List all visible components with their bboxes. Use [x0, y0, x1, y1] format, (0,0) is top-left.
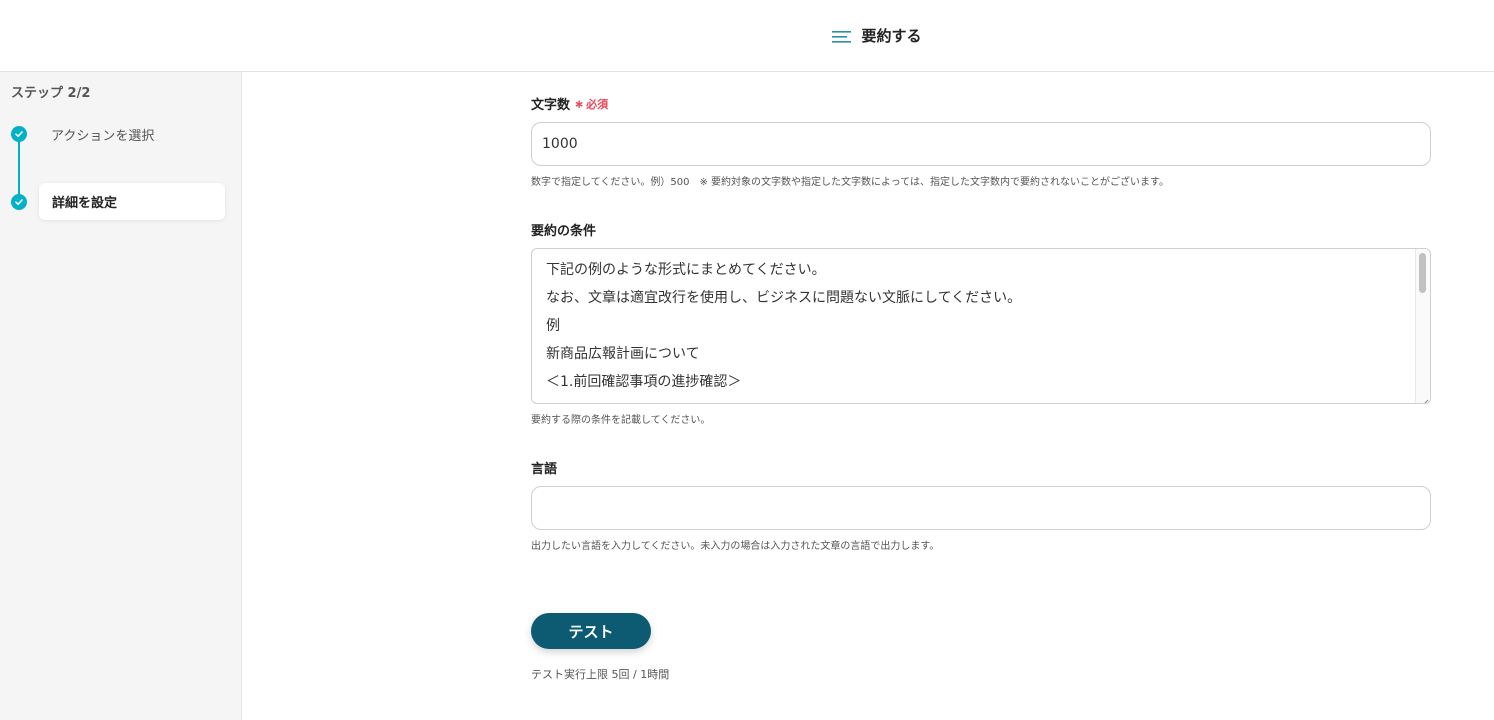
step-sidebar: ステップ 2/2 アクションを選択 詳細を設定: [0, 72, 242, 720]
conditions-help: 要約する際の条件を記載してください。: [531, 415, 711, 426]
char-count-value: 1000: [542, 136, 578, 152]
conditions-textarea[interactable]: 下記の例のような形式にまとめてください。 なお、文章は適宜改行を使用し、ビジネス…: [531, 248, 1431, 404]
step-connector-line: [18, 134, 20, 202]
textarea-line: なお、文章は適宜改行を使用し、ビジネスに問題ない文脈にしてください。: [546, 290, 1022, 306]
scrollbar-thumb[interactable]: [1419, 253, 1426, 293]
char-count-label: 文字数: [531, 98, 571, 113]
resize-grip-icon[interactable]: [1419, 392, 1429, 403]
textarea-content: 下記の例のような形式にまとめてください。 なお、文章は適宜改行を使用し、ビジネス…: [546, 256, 1021, 396]
page-title: 要約する: [861, 27, 922, 45]
char-count-help: 数字で指定してください。例）500 ※ 要約対象の文字数や指定した文字数によって…: [531, 177, 1170, 188]
test-button[interactable]: テスト: [531, 613, 651, 649]
test-limit-text: テスト実行上限 5回 / 1時間: [531, 668, 670, 681]
textarea-line: 新商品広報計画について: [546, 346, 700, 362]
conditions-label: 要約の条件: [531, 224, 597, 239]
field-label: 文字数 ∗ 必須: [531, 94, 1431, 114]
required-text: 必須: [586, 97, 609, 111]
textarea-line: 例: [546, 318, 560, 334]
menu-lines-icon: [832, 29, 852, 43]
textarea-scrollbar[interactable]: [1415, 249, 1430, 403]
conditions-field: 要約の条件 下記の例のような形式にまとめてください。 なお、文章は適宜改行を使用…: [531, 220, 1431, 426]
asterisk-icon: ∗: [574, 96, 585, 111]
step-heading: ステップ 2/2: [11, 86, 91, 101]
textarea-line: 下記の例のような形式にまとめてください。: [546, 262, 826, 278]
check-circle-icon: [11, 126, 27, 142]
step-item-label: 詳細を設定: [52, 196, 118, 211]
check-circle-icon: [11, 194, 27, 210]
step-item-configure-details[interactable]: 詳細を設定: [39, 183, 225, 220]
required-badge: ∗ 必須: [574, 96, 608, 112]
language-input[interactable]: [531, 486, 1431, 530]
language-label: 言語: [531, 462, 558, 477]
char-count-field: 文字数 ∗ 必須 1000 数字で指定してください。例）500 ※ 要約対象の文…: [531, 94, 1431, 188]
char-count-input[interactable]: 1000: [531, 122, 1431, 166]
step-item-select-action[interactable]: アクションを選択: [51, 125, 154, 144]
top-header: 要約する: [0, 0, 1494, 72]
header-title-group: 要約する: [832, 25, 922, 46]
language-help: 出力したい言語を入力してください。未入力の場合は入力された文章の言語で出力します…: [531, 541, 940, 552]
textarea-line: ＜1.前回確認事項の進捗確認＞: [546, 374, 742, 390]
language-field: 言語 出力したい言語を入力してください。未入力の場合は入力された文章の言語で出力…: [531, 458, 1431, 552]
